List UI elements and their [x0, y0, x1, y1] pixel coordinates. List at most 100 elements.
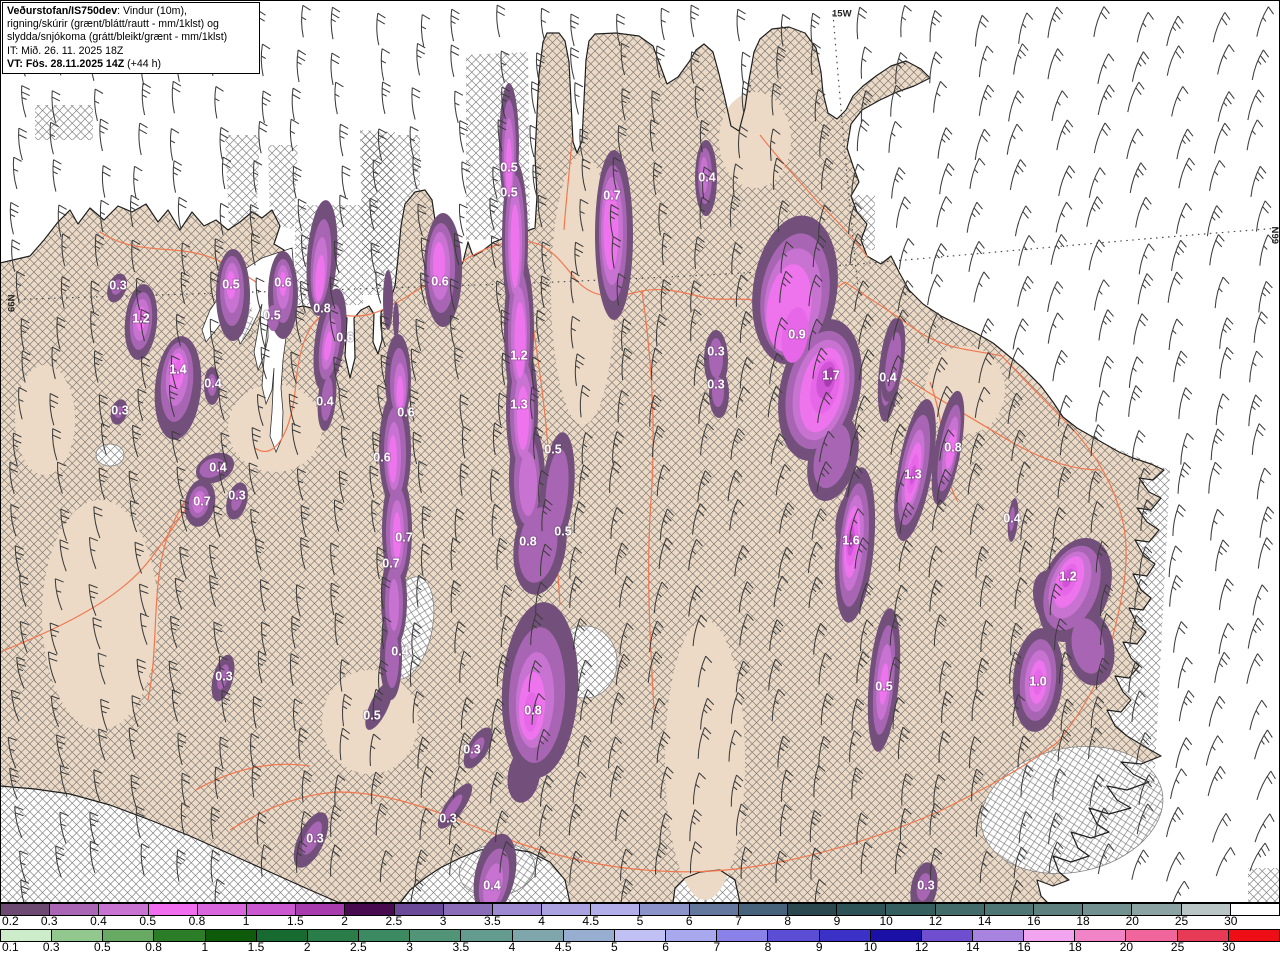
colorbar-tick-label: 0.8: [188, 914, 206, 928]
colorbar-tick-label: 5: [611, 940, 618, 954]
svg-text:0.5: 0.5: [500, 160, 517, 174]
colorbar-tick-label: 0.3: [42, 940, 60, 954]
svg-text:0.3: 0.3: [109, 278, 126, 292]
colorbar-tick-label: 18: [1068, 940, 1082, 954]
model-info-box: Veðurstofan/IS750dev: Vindur (10m), rign…: [2, 2, 260, 75]
colorbar-tick-label: 0.4: [90, 914, 107, 928]
svg-text:0.6: 0.6: [274, 275, 291, 289]
svg-text:0.5: 0.5: [500, 185, 517, 199]
colorbar-tick-label: 18: [1076, 914, 1090, 928]
colorbar-tick-label: 10: [863, 940, 878, 954]
colorbar-tick-label: 6: [685, 914, 693, 928]
svg-text:0.3: 0.3: [917, 878, 934, 892]
svg-text:0.4: 0.4: [483, 878, 500, 892]
svg-text:1.3: 1.3: [510, 397, 527, 411]
colorbar-tick-label: 3.5: [452, 940, 470, 954]
colorbar-tick-label: 16: [1017, 940, 1031, 954]
svg-text:0.7: 0.7: [193, 494, 210, 508]
colorbar-tick-label: 9: [815, 940, 823, 954]
colorbar-tick-label: 3.5: [483, 914, 501, 928]
weather-map: 0.5 0.5 0.6 0.7 0.4 0.9 1.7 0.4 0.3 0.3 1.2 1.3 0.5 0…: [0, 0, 1280, 903]
rain-legend-line: rigning/skúrir (grænt/blátt/rautt - mm/1…: [7, 18, 219, 31]
colorbar-tick-label: 20: [1125, 914, 1139, 928]
colorbar-tick-label: 9: [833, 914, 841, 928]
svg-text:0.5: 0.5: [263, 308, 280, 322]
svg-text:0.5: 0.5: [875, 679, 892, 693]
svg-text:1.3: 1.3: [904, 467, 921, 481]
svg-text:0.3: 0.3: [707, 344, 724, 358]
colorbar-tick-label: 1: [201, 940, 209, 954]
colorbar-cell: [1177, 930, 1229, 941]
legend: 0.2 0.3 0.4 0.5 0.8 1 1.5 2 2.5 3 3.5 4 4.5 5 6 7 8 9 10 12…: [0, 903, 1280, 958]
svg-text:0.3: 0.3: [707, 377, 724, 391]
colorbar-tick-label: 4.5: [554, 940, 572, 954]
colorbar-tick-label: 25: [1170, 940, 1185, 954]
colorbar-tick-label: 20: [1119, 940, 1134, 954]
svg-text:1.2: 1.2: [1059, 569, 1076, 583]
colorbar-tick-label: 0.8: [145, 940, 162, 954]
svg-text:1.2: 1.2: [510, 348, 527, 362]
svg-text:0.3: 0.3: [306, 831, 323, 845]
init-time-line: IT: Mið. 26. 11. 2025 18Z: [7, 44, 124, 57]
colorbar-tick-label: 12: [914, 940, 929, 954]
colorbar-cell: [1228, 930, 1280, 941]
colorbar-tick-label: 30: [1224, 914, 1238, 928]
svg-text:0.8: 0.8: [524, 703, 541, 717]
svg-text:0.4: 0.4: [391, 644, 408, 658]
colorbar-tick-label: 6: [662, 940, 669, 954]
colorbar-cell: [788, 904, 838, 915]
svg-text:0.3: 0.3: [111, 403, 128, 417]
colorbar-tick-label: 5: [636, 914, 644, 928]
colorbar-cell: [738, 904, 788, 915]
colorbar-cell: [1230, 904, 1280, 915]
svg-text:0.6: 0.6: [373, 450, 390, 464]
colorbar-cell: [640, 904, 690, 915]
colorbar-tick-label: 1.5: [247, 940, 265, 954]
svg-text:15W: 15W: [832, 8, 852, 19]
svg-text:0.3: 0.3: [215, 669, 232, 683]
svg-text:66N: 66N: [6, 294, 17, 312]
svg-text:0.5: 0.5: [544, 442, 561, 456]
rain-colorbar: [0, 929, 1280, 942]
colorbar-tick-label: 0.5: [94, 940, 111, 954]
svg-text:1.7: 1.7: [822, 368, 839, 382]
colorbar-cell: [666, 930, 718, 941]
model-title-line: Veðurstofan/IS750dev: Vindur (10m),: [7, 5, 187, 17]
svg-text:0.4: 0.4: [698, 170, 715, 184]
colorbar-tick-label: 3: [439, 914, 447, 928]
colorbar-tick-label: 4: [508, 940, 516, 954]
svg-text:0.6: 0.6: [336, 330, 353, 344]
svg-text:0.4: 0.4: [204, 376, 221, 390]
colorbar-cell: [1126, 930, 1178, 941]
svg-text:0.7: 0.7: [603, 188, 620, 202]
svg-text:0.6: 0.6: [397, 405, 414, 419]
colorbar-tick-label: 2: [341, 914, 348, 928]
colorbar-cell: [717, 930, 769, 941]
colorbar-tick-label: 8: [784, 914, 792, 928]
colorbar-cell: [614, 930, 667, 941]
svg-text:1.0: 1.0: [1029, 674, 1046, 688]
colorbar-tick-label: 16: [1027, 914, 1041, 928]
svg-text:0.7: 0.7: [382, 556, 399, 570]
valid-time-line: VT: Fös. 28.11.2025 14Z (+44 h): [7, 57, 161, 70]
svg-text:0.3: 0.3: [463, 742, 480, 756]
weather-map-screen: { "header": { "model_bold": "Veðurstofan…: [0, 0, 1280, 958]
svg-text:0.8: 0.8: [519, 534, 536, 548]
colorbar-tick-label: 25: [1174, 914, 1189, 928]
colorbar-tick-label: 8: [764, 940, 772, 954]
colorbar-tick-label: 0.3: [40, 914, 58, 928]
colorbar-tick-label: 10: [879, 914, 893, 928]
svg-text:0.8: 0.8: [313, 301, 330, 315]
colorbar-tick-label: 7: [735, 914, 742, 928]
svg-text:1.4: 1.4: [169, 362, 186, 376]
svg-text:0.3: 0.3: [439, 811, 456, 825]
colorbar-tick-label: 2.5: [350, 940, 367, 954]
svg-text:0.9: 0.9: [788, 327, 805, 341]
colorbar-tick-label: 30: [1222, 940, 1236, 954]
sleet-snow-colorbar-ticks: 0.2 0.3 0.4 0.5 0.8 1 1.5 2 2.5 3 3.5 4 4.5 5 6 7 8 9 10 12…: [0, 914, 1280, 929]
colorbar-tick-label: 0.1: [2, 940, 19, 954]
colorbar-tick-label: 14: [966, 940, 980, 954]
colorbar-cell: [689, 904, 739, 915]
svg-text:0.4: 0.4: [316, 394, 333, 408]
svg-text:0.4: 0.4: [209, 460, 226, 474]
